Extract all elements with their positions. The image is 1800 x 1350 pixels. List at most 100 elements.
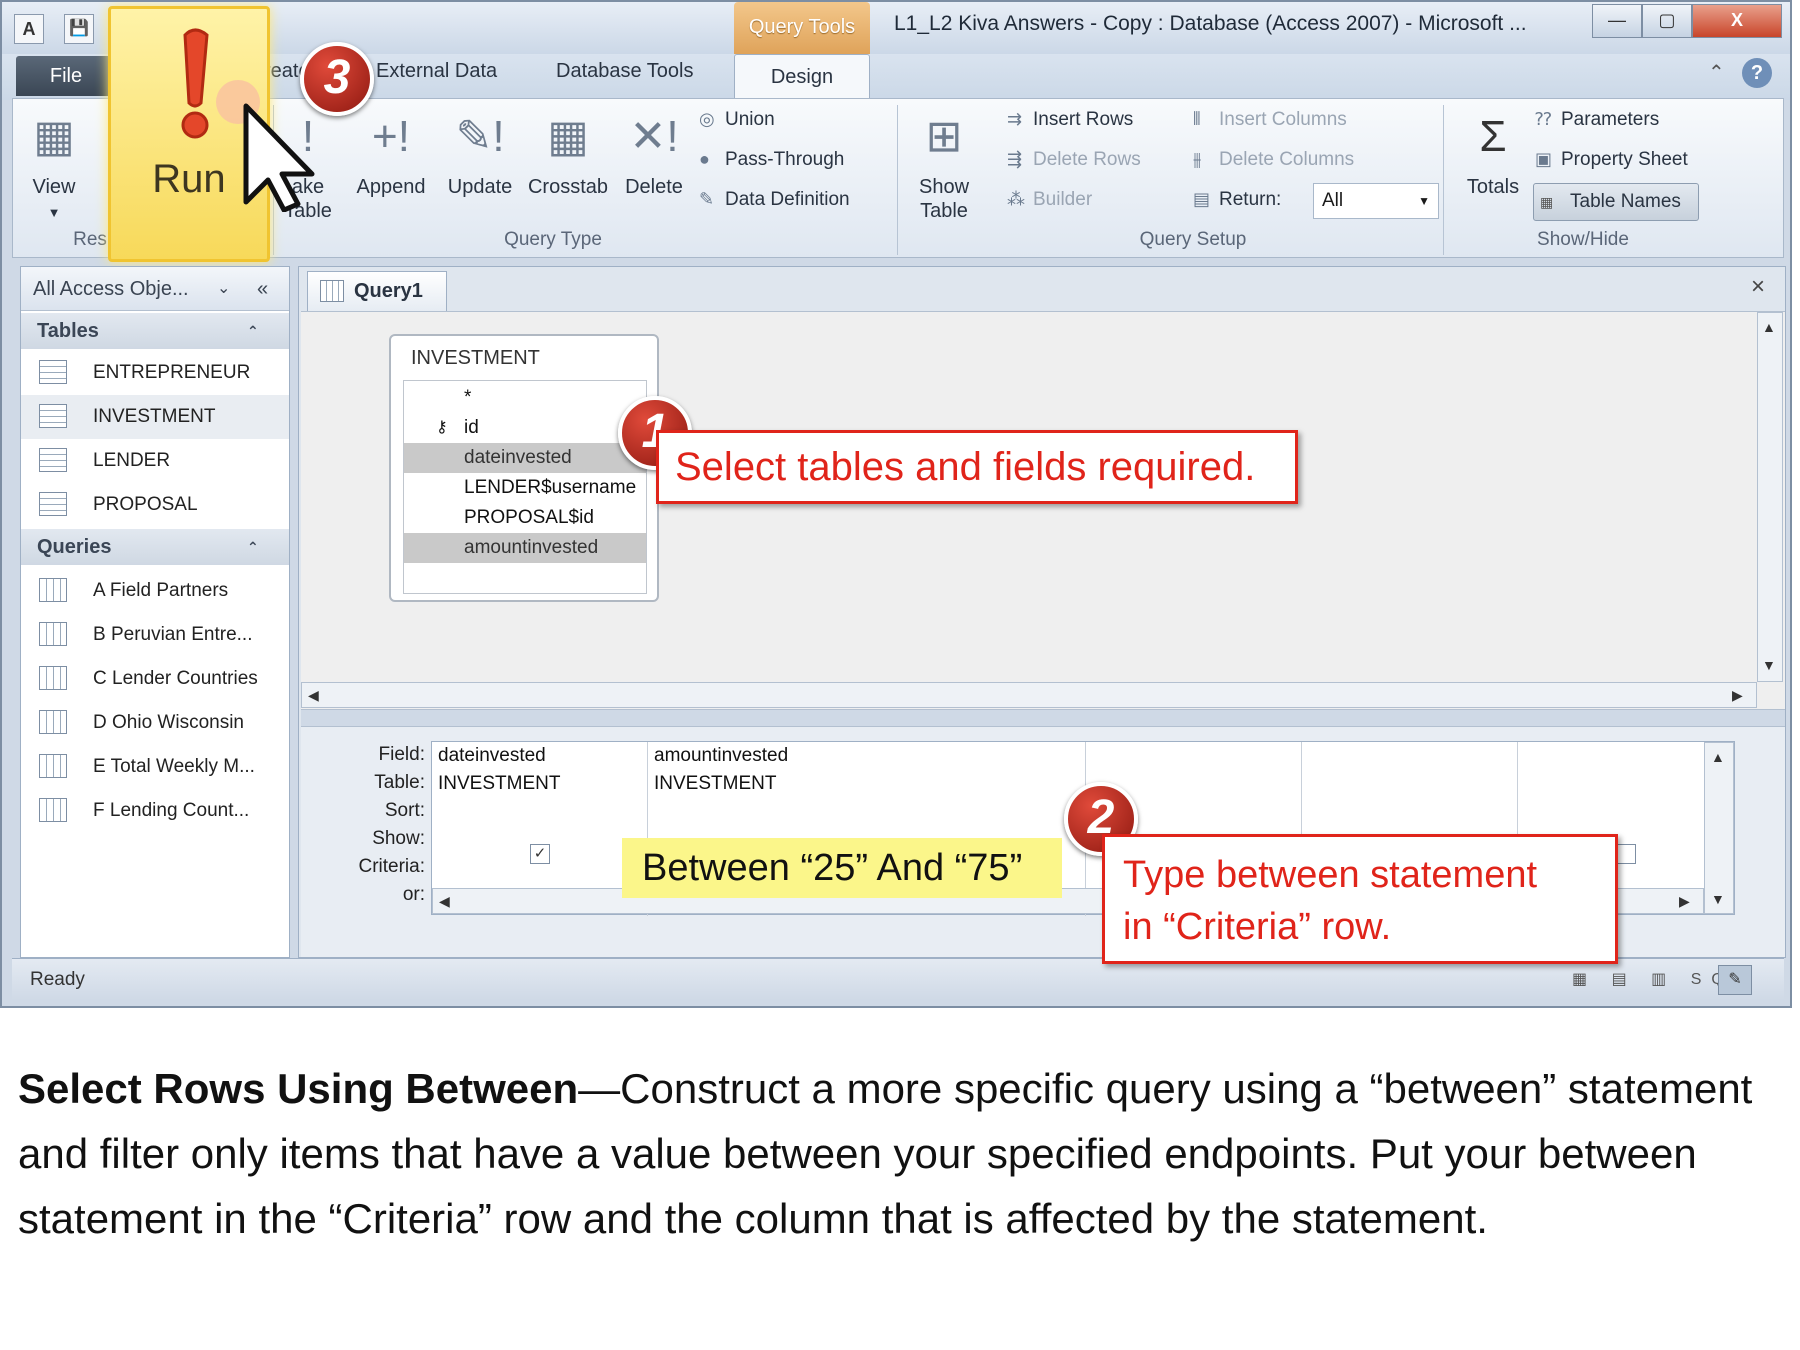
- crosstab-button[interactable]: ▦ Crosstab: [525, 107, 611, 199]
- union-button[interactable]: ◎ Union: [699, 109, 775, 131]
- nav-pane-header[interactable]: All Access Obje... ⌄ «: [21, 267, 289, 311]
- close-window-button[interactable]: X: [1692, 4, 1782, 38]
- grid-cell-field-1[interactable]: dateinvested: [438, 742, 546, 770]
- nav-item-lender[interactable]: LENDER: [21, 439, 289, 483]
- access-app-icon[interactable]: A: [14, 14, 44, 44]
- row-label-or: or:: [402, 884, 425, 905]
- data-definition-icon: ✎: [699, 189, 715, 209]
- delete-button[interactable]: ✕! Delete: [619, 107, 689, 199]
- return-label: ▤ Return:: [1193, 189, 1281, 211]
- return-value: All: [1322, 190, 1344, 211]
- grid-cell-table-1[interactable]: INVESTMENT: [438, 770, 560, 798]
- builder-wand-icon: ⁂: [1007, 189, 1025, 209]
- return-icon: ▤: [1193, 189, 1211, 209]
- data-definition-button[interactable]: ✎ Data Definition: [699, 189, 850, 211]
- property-sheet-icon: ▣: [1535, 149, 1553, 169]
- investment-table-box[interactable]: INVESTMENT * ⚷ id dateinvested LENDER$use…: [389, 334, 659, 602]
- tab-database-tools[interactable]: Database Tools: [556, 60, 694, 83]
- delete-rows-button[interactable]: ⇶ Delete Rows: [1007, 149, 1141, 171]
- tab-query1[interactable]: Query1: [307, 271, 447, 311]
- tab-design[interactable]: Design: [734, 54, 870, 102]
- return-text: Return:: [1219, 189, 1282, 210]
- nav-item-query-c[interactable]: C Lender Countries: [21, 657, 289, 701]
- minimize-button[interactable]: —: [1592, 4, 1642, 38]
- view-button[interactable]: ▦ View ▼: [23, 107, 85, 225]
- file-tab[interactable]: File: [16, 56, 116, 96]
- insert-columns-icon: ⫴: [1193, 109, 1201, 129]
- return-dropdown[interactable]: All ▼: [1313, 183, 1439, 219]
- row-label-table: Table:: [374, 772, 425, 793]
- nav-item-investment[interactable]: INVESTMENT: [21, 395, 289, 439]
- table-design-area: INVESTMENT * ⚷ id dateinvested LENDER$use…: [301, 311, 1785, 709]
- scroll-left-icon[interactable]: ◀: [308, 687, 319, 704]
- nav-item-label: C Lender Countries: [93, 668, 258, 689]
- totals-button[interactable]: Σ Totals: [1453, 107, 1533, 199]
- parameters-button[interactable]: ⁇ Parameters: [1535, 109, 1659, 131]
- scroll-down-icon[interactable]: ▼: [1711, 891, 1725, 907]
- grid-cell-field-2[interactable]: amountinvested: [654, 742, 788, 770]
- insert-columns-button[interactable]: ⫴ Insert Columns: [1193, 109, 1347, 131]
- scroll-right-icon[interactable]: ▶: [1732, 687, 1743, 704]
- nav-item-query-d[interactable]: D Ohio Wisconsin: [21, 701, 289, 745]
- show-hide-group-label: Show/Hide: [1537, 229, 1629, 250]
- field-all[interactable]: *: [404, 383, 646, 413]
- show-checkbox-5[interactable]: [1616, 844, 1636, 864]
- field-proposal-id[interactable]: PROPOSAL$id: [404, 503, 646, 533]
- tables-section-header[interactable]: Tables ⌃: [21, 313, 289, 349]
- maximize-button[interactable]: ▢: [1642, 4, 1692, 38]
- collapse-pane-icon[interactable]: «: [257, 267, 268, 311]
- nav-item-query-f[interactable]: F Lending Count...: [21, 789, 289, 833]
- field-id[interactable]: ⚷ id: [404, 413, 646, 443]
- table-names-button[interactable]: ▦ Table Names: [1533, 183, 1699, 221]
- chevron-down-icon[interactable]: ⌄: [217, 267, 230, 311]
- nav-item-label: E Total Weekly M...: [93, 756, 255, 777]
- queries-section-header[interactable]: Queries ⌃: [21, 529, 289, 565]
- help-icon[interactable]: ?: [1742, 58, 1772, 88]
- insert-rows-button[interactable]: ⇉ Insert Rows: [1007, 109, 1133, 131]
- scroll-down-icon[interactable]: ▼: [1762, 657, 1776, 673]
- nav-item-label: LENDER: [93, 450, 171, 471]
- property-sheet-button[interactable]: ▣ Property Sheet: [1535, 149, 1688, 171]
- nav-item-query-e[interactable]: E Total Weekly M...: [21, 745, 289, 789]
- update-label: Update: [447, 176, 513, 198]
- vertical-scrollbar[interactable]: ▲ ▼: [1757, 312, 1783, 682]
- totals-label: Totals: [1466, 176, 1520, 198]
- nav-item-proposal[interactable]: PROPOSAL: [21, 483, 289, 527]
- show-checkbox-1[interactable]: ✓: [530, 844, 550, 864]
- tab-external-data[interactable]: External Data: [376, 60, 497, 83]
- grid-vertical-scrollbar[interactable]: ▲ ▼: [1704, 742, 1734, 914]
- parameters-icon: ⁇: [1535, 109, 1552, 129]
- scroll-up-icon[interactable]: ▲: [1762, 319, 1776, 335]
- update-button[interactable]: ✎! Update: [443, 107, 517, 199]
- insert-rows-icon: ⇉: [1007, 109, 1023, 129]
- minimize-ribbon-icon[interactable]: ⌃: [1708, 60, 1725, 85]
- nav-item-label: F Lending Count...: [93, 800, 250, 821]
- builder-button[interactable]: ⁂ Builder: [1007, 189, 1092, 211]
- pane-splitter[interactable]: [301, 709, 1785, 727]
- close-query-icon[interactable]: ×: [1751, 273, 1765, 301]
- horizontal-scrollbar[interactable]: ◀ ▶: [301, 682, 1757, 708]
- nav-item-entrepreneur[interactable]: ENTREPRENEUR: [21, 351, 289, 395]
- delete-rows-icon: ⇶: [1007, 149, 1023, 169]
- chevron-down-icon: ▼: [1418, 194, 1430, 208]
- show-table-button[interactable]: ⊞ Show Table: [907, 107, 981, 223]
- scroll-right-icon[interactable]: ▶: [1679, 893, 1690, 910]
- nav-item-query-b[interactable]: B Peruvian Entre...: [21, 613, 289, 657]
- table-icon: [39, 448, 67, 472]
- grid-cell-table-2[interactable]: INVESTMENT: [654, 770, 776, 798]
- criteria-highlight: Between “25” And “75”: [622, 838, 1062, 898]
- design-view-icon[interactable]: ✎: [1718, 965, 1752, 995]
- table-names-label: Table Names: [1570, 191, 1681, 212]
- delete-columns-button[interactable]: ⫵ Delete Columns: [1193, 149, 1354, 171]
- field-amountinvested[interactable]: amountinvested: [404, 533, 646, 563]
- nav-item-query-a[interactable]: A Field Partners: [21, 569, 289, 613]
- scroll-up-icon[interactable]: ▲: [1711, 749, 1725, 765]
- save-icon[interactable]: 💾: [64, 14, 94, 44]
- field-lender-username[interactable]: LENDER$username: [404, 473, 646, 503]
- append-button[interactable]: +! Append: [353, 107, 429, 199]
- group-separator: [897, 105, 898, 255]
- field-dateinvested[interactable]: dateinvested: [404, 443, 646, 473]
- scroll-left-icon[interactable]: ◀: [439, 893, 450, 910]
- datasheet-view-icon: ▦: [33, 112, 75, 161]
- pass-through-button[interactable]: ● Pass-Through: [699, 149, 844, 171]
